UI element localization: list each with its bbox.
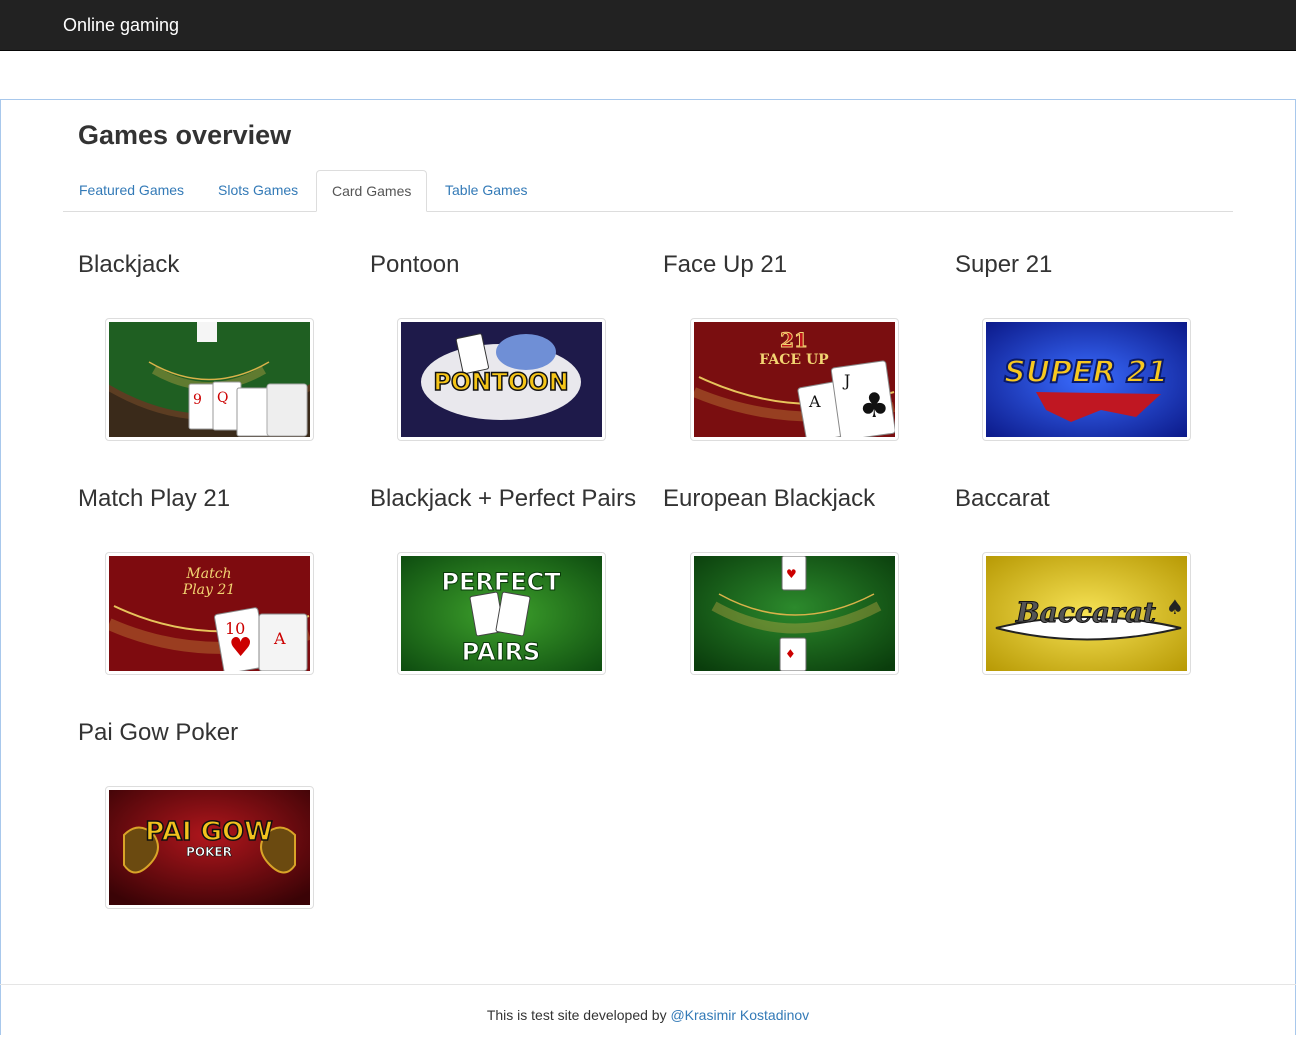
game-card: Super 21 xyxy=(955,252,1235,278)
pontoon-thumbnail[interactable]: PONTOON xyxy=(397,318,606,441)
pontoon-logo-text: PONTOON xyxy=(433,368,568,396)
game-title: Face Up 21 xyxy=(663,251,788,278)
tab-card-games[interactable]: Card Games xyxy=(316,170,428,212)
game-title: European Blackjack xyxy=(663,485,876,512)
svg-text:Play 21: Play 21 xyxy=(182,582,235,598)
svg-text:A: A xyxy=(273,629,286,648)
svg-text:Match: Match xyxy=(185,566,231,582)
baccarat-image: Baccarat ♠ xyxy=(986,556,1187,671)
face-up-21-thumbnail[interactable]: 21 FACE UP A J ♣ xyxy=(690,318,899,441)
game-title: Baccarat xyxy=(955,485,1050,512)
super-21-logo-text: SUPER 21 xyxy=(1004,355,1168,390)
author-link[interactable]: @Krasimir Kostadinov xyxy=(670,1007,809,1023)
baccarat-thumbnail[interactable]: Baccarat ♠ xyxy=(982,552,1191,675)
baccarat-logo-text: Baccarat xyxy=(1015,596,1156,629)
top-navbar: Online gaming xyxy=(0,0,1296,51)
game-card: Blackjack + Perfect Pairs xyxy=(370,486,650,512)
page-footer: This is test site developed by @Krasimir… xyxy=(0,984,1296,1035)
game-card: European Blackjack xyxy=(663,486,943,512)
match-play-21-thumbnail[interactable]: Match Play 21 10 ♥ A xyxy=(105,552,314,675)
footer-text: This is test site developed by xyxy=(486,1007,671,1023)
game-card: Pai Gow Poker xyxy=(78,720,358,746)
svg-text:FACE UP: FACE UP xyxy=(759,352,829,368)
svg-text:♦: ♦ xyxy=(785,647,796,661)
perfect-pairs-logo-top: PERFECT xyxy=(441,568,561,596)
super-21-thumbnail[interactable]: SUPER 21 xyxy=(982,318,1191,441)
svg-text:J: J xyxy=(842,371,850,390)
svg-text:Q: Q xyxy=(217,390,228,406)
pontoon-logo-image: PONTOON xyxy=(401,322,602,437)
game-card: Baccarat xyxy=(955,486,1235,512)
match-play-21-image: Match Play 21 10 ♥ A xyxy=(109,556,310,671)
blackjack-thumbnail[interactable]: 9 Q xyxy=(105,318,314,441)
game-card: Face Up 21 xyxy=(663,252,943,278)
perfect-pairs-logo-bottom: PAIRS xyxy=(462,638,541,666)
pai-gow-poker-image: PAI GOW POKER xyxy=(109,790,310,905)
pai-gow-logo-text: PAI GOW xyxy=(145,817,273,847)
svg-text:♠: ♠ xyxy=(1166,595,1184,619)
tab-table-games[interactable]: Table Games xyxy=(430,170,542,212)
face-up-21-image: 21 FACE UP A J ♣ xyxy=(694,322,895,437)
svg-text:♥: ♥ xyxy=(786,567,797,581)
page-title: Games overview xyxy=(78,120,292,150)
perfect-pairs-thumbnail[interactable]: PERFECT PAIRS xyxy=(397,552,606,675)
game-title: Blackjack + Perfect Pairs xyxy=(370,485,637,512)
game-title: Pontoon xyxy=(370,251,460,278)
european-blackjack-thumbnail[interactable]: ♥ ♦ xyxy=(690,552,899,675)
game-card: Match Play 21 xyxy=(78,486,358,512)
pai-gow-logo-sub: POKER xyxy=(186,845,232,859)
svg-text:♣: ♣ xyxy=(859,386,889,426)
svg-text:♥: ♥ xyxy=(229,633,252,663)
game-title: Match Play 21 xyxy=(78,485,231,512)
svg-text:9: 9 xyxy=(193,392,202,408)
game-card: Blackjack xyxy=(78,252,358,278)
super-21-image: SUPER 21 xyxy=(986,322,1187,437)
pai-gow-poker-thumbnail[interactable]: PAI GOW POKER xyxy=(105,786,314,909)
tab-slots-games[interactable]: Slots Games xyxy=(203,170,313,212)
tab-featured-games[interactable]: Featured Games xyxy=(64,170,199,212)
european-blackjack-image: ♥ ♦ xyxy=(694,556,895,671)
game-title: Pai Gow Poker xyxy=(78,719,239,746)
games-tabs: Featured Games Slots Games Card Games Ta… xyxy=(63,170,1233,212)
blackjack-table-image: 9 Q xyxy=(109,322,310,437)
game-card: Pontoon xyxy=(370,252,650,278)
game-title: Blackjack xyxy=(78,251,180,278)
game-title: Super 21 xyxy=(955,251,1053,278)
perfect-pairs-image: PERFECT PAIRS xyxy=(401,556,602,671)
svg-text:21: 21 xyxy=(780,328,808,352)
brand-link[interactable]: Online gaming xyxy=(63,13,179,37)
svg-text:A: A xyxy=(808,392,821,411)
